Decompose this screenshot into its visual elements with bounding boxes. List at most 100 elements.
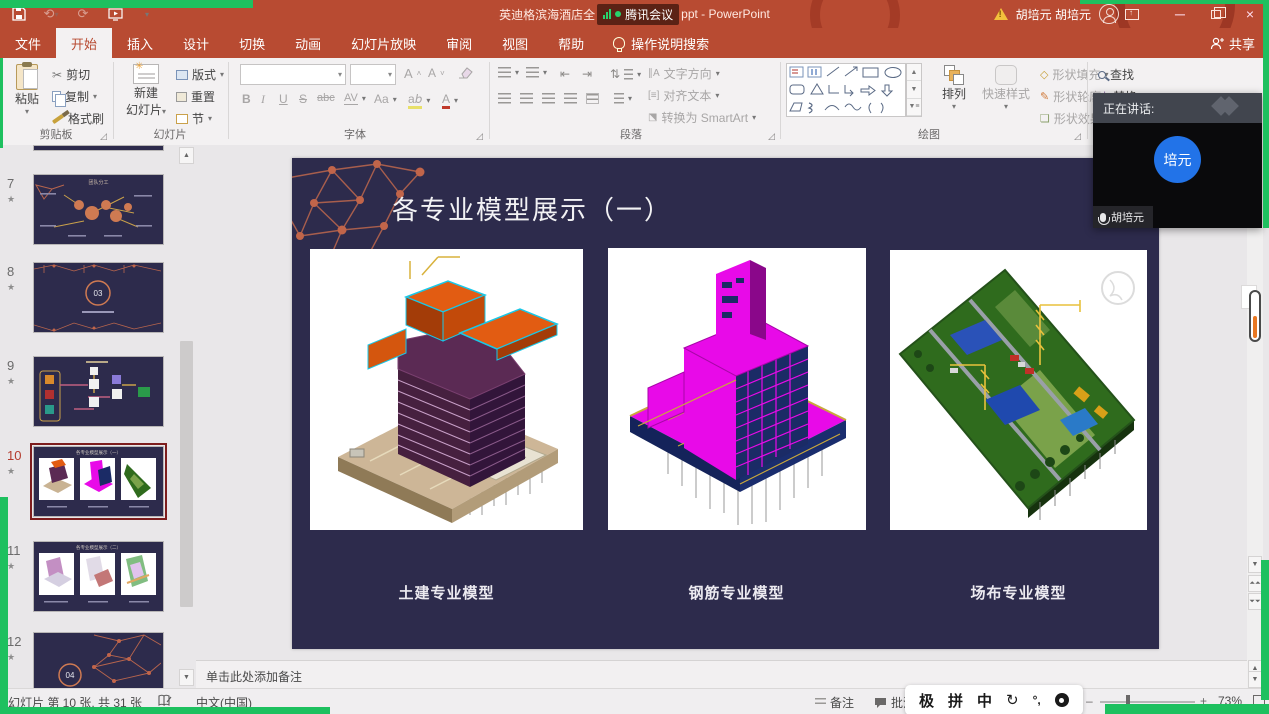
minimize-button[interactable]: ─ (1163, 0, 1197, 28)
tab-4[interactable]: 切换 (224, 28, 280, 58)
tab-6[interactable]: 幻灯片放映 (336, 28, 431, 58)
clipboard-dialog-launcher[interactable]: ◿ (100, 131, 107, 142)
caption-civil[interactable]: 土建专业模型 (310, 582, 583, 603)
notes-scroll-down-icon[interactable]: ▼ (1248, 671, 1262, 688)
bullets-button[interactable]: ▾ (498, 67, 519, 78)
notes-placeholder[interactable]: 单击此处添加备注 (206, 668, 302, 685)
ime-mode-1[interactable]: 拼 (948, 690, 963, 711)
scroll-down-icon[interactable]: ▼ (179, 669, 194, 686)
shapes-gallery[interactable] (786, 63, 906, 117)
warning-icon[interactable] (994, 8, 1008, 20)
thumbnail-scrollbar-thumb[interactable] (180, 341, 193, 607)
align-left-button[interactable] (498, 93, 511, 104)
slide-canvas[interactable]: 各专业模型展示（一） (292, 158, 1159, 649)
tell-me-search[interactable]: 操作说明搜索 (613, 28, 709, 58)
font-color-button[interactable]: A▾ (442, 92, 458, 109)
font-size-select[interactable]: ▾ (350, 64, 396, 85)
meeting-badge[interactable]: 腾讯会议 (597, 4, 679, 25)
justify-button[interactable] (564, 93, 577, 104)
convert-smartart-button[interactable]: ⬔转换为 SmartArt▾ (648, 109, 756, 126)
thumbnail-slide-8[interactable]: 8★03 (0, 262, 196, 342)
thumbnail-scrollbar[interactable]: ▲ ▼ (179, 145, 194, 688)
distribute-button[interactable] (586, 93, 599, 104)
tab-2[interactable]: 插入 (112, 28, 168, 58)
tab-0[interactable]: 文件 (0, 28, 56, 58)
caption-rebar[interactable]: 钢筋专业模型 (600, 582, 873, 603)
new-slide-button[interactable]: 新建 幻灯片▾ (122, 64, 170, 118)
paste-button[interactable]: 粘贴 ▾ (8, 64, 46, 116)
ime-undo-icon[interactable]: ↻ (1006, 691, 1019, 709)
thumbnail-preview[interactable]: 各专业模型展示（一） (33, 446, 164, 517)
close-button[interactable]: × (1233, 0, 1267, 28)
clear-formatting-button[interactable] (458, 66, 473, 79)
notes-pane[interactable]: 单击此处添加备注 (196, 660, 1269, 688)
format-painter-button[interactable]: 格式刷 (52, 110, 104, 127)
decrease-indent-button[interactable]: ⇤ (560, 67, 570, 81)
tab-5[interactable]: 动画 (280, 28, 336, 58)
caption-site[interactable]: 场布专业模型 (882, 582, 1155, 603)
drawing-dialog-launcher[interactable]: ◿ (1074, 131, 1081, 142)
thumbnail-preview[interactable]: 各专业模型展示（二） (33, 541, 164, 612)
previous-slide-button[interactable]: ⏶⏶ (1248, 575, 1262, 592)
align-center-button[interactable] (520, 93, 533, 104)
arrange-button[interactable]: 排列▾ (934, 65, 974, 111)
ime-toolbar[interactable]: 极拼中 ↻ °, (905, 685, 1083, 714)
thumbnail-partial-slide6[interactable] (33, 145, 164, 151)
thumbnail-slide-7[interactable]: 7★团队分工 (0, 174, 196, 254)
layout-button[interactable]: 版式▾ (176, 66, 224, 83)
share-button[interactable]: 共享 (1210, 28, 1255, 58)
subscript-abc-button[interactable]: abc (317, 92, 335, 104)
character-spacing-button[interactable]: AV▾ (344, 92, 366, 105)
thumbnail-slide-10[interactable]: 10★各专业模型展示（一） (0, 446, 196, 526)
strikethrough-button[interactable]: S (299, 92, 307, 106)
reset-button[interactable]: 重置 (176, 88, 215, 105)
slide-title[interactable]: 各专业模型展示（一） (392, 190, 672, 227)
ime-settings-icon[interactable] (1055, 693, 1069, 707)
paragraph-dialog-launcher[interactable]: ◿ (768, 131, 775, 142)
quick-styles-button[interactable]: 快速样式▾ (980, 65, 1032, 111)
ime-punctuation-icon[interactable]: °, (1033, 693, 1041, 707)
thumbnail-preview[interactable]: 团队分工 (33, 174, 164, 245)
tab-9[interactable]: 帮助 (543, 28, 599, 58)
shrink-font-button[interactable]: A˅ (428, 66, 445, 80)
tab-1[interactable]: 开始 (56, 28, 112, 58)
notes-toggle[interactable]: 备注 (815, 694, 854, 711)
font-dialog-launcher[interactable]: ◿ (476, 131, 483, 142)
rebar-model-image[interactable] (608, 248, 866, 530)
change-case-button[interactable]: Aa▾ (374, 92, 397, 106)
find-button[interactable]: 查找 (1098, 66, 1134, 83)
section-button[interactable]: 节▾ (176, 110, 212, 127)
restore-button[interactable] (1199, 0, 1233, 28)
grow-font-button[interactable]: A˄ (404, 66, 421, 81)
thumbnail-preview[interactable] (33, 356, 164, 427)
site-model-image[interactable] (890, 250, 1147, 530)
underline-button[interactable]: U (279, 92, 288, 106)
numbering-button[interactable]: ▾ (526, 67, 547, 78)
tab-7[interactable]: 审阅 (431, 28, 487, 58)
scroll-up-icon[interactable]: ▲ (179, 147, 194, 164)
zoom-out-button[interactable]: – (1086, 694, 1093, 708)
thumbnail-preview[interactable]: 03 (33, 262, 164, 333)
cut-button[interactable]: ✂剪切 (52, 66, 90, 83)
ime-mode-2[interactable]: 中 (977, 690, 992, 711)
font-name-select[interactable]: ▾ (240, 64, 346, 85)
gallery-more-icon[interactable]: ▼≡ (907, 99, 921, 116)
next-slide-button[interactable]: ⏷⏷ (1248, 593, 1262, 610)
align-right-button[interactable] (542, 93, 555, 104)
shapes-gallery-scroll[interactable]: ▲▼▼≡ (906, 63, 922, 117)
civil-model-image[interactable] (310, 249, 583, 530)
italic-button[interactable]: I (261, 92, 265, 107)
tab-8[interactable]: 视图 (487, 28, 543, 58)
increase-indent-button[interactable]: ⇥ (582, 67, 592, 81)
account-name[interactable]: 胡培元 胡培元 (1016, 6, 1091, 23)
gallery-down-icon[interactable]: ▼ (907, 81, 921, 98)
columns-button[interactable]: ▾ (614, 93, 632, 104)
thumbnail-slide-9[interactable]: 9★ (0, 356, 196, 436)
tab-3[interactable]: 设计 (168, 28, 224, 58)
ime-mode-0[interactable]: 极 (919, 690, 934, 711)
align-text-button[interactable]: [≡]对齐文本▾ (648, 87, 719, 104)
scroll-down-icon[interactable]: ▼ (1248, 556, 1262, 573)
line-spacing-button[interactable]: ⇅▾ (610, 67, 641, 81)
gallery-up-icon[interactable]: ▲ (907, 64, 921, 81)
thumbnail-slide-11[interactable]: 11★各专业模型展示（二） (0, 541, 196, 621)
